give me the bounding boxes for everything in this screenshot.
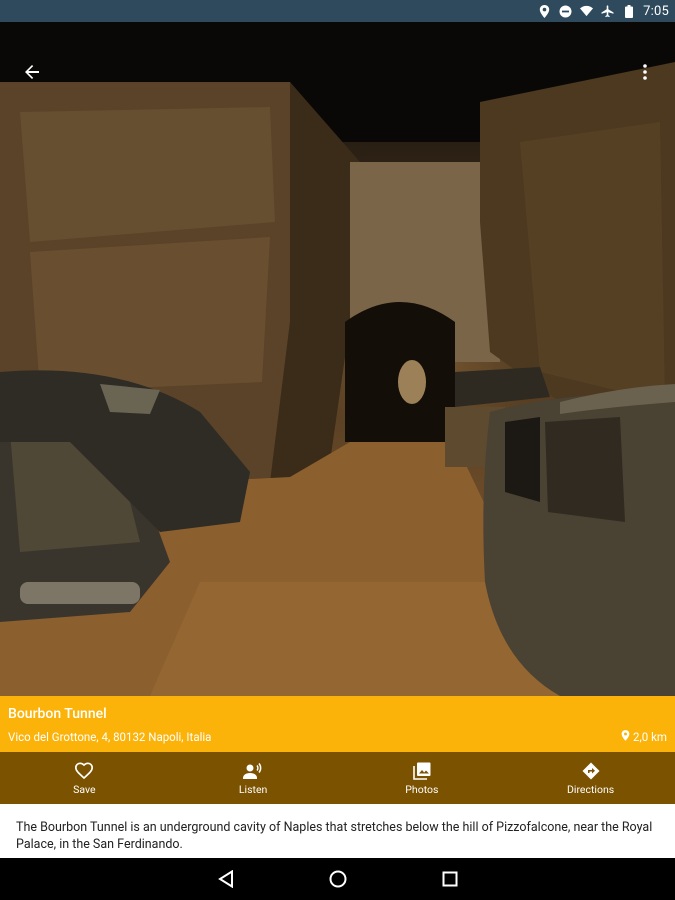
location-icon [538, 4, 551, 18]
nav-recents-icon[interactable] [439, 868, 461, 890]
description-text: The Bourbon Tunnel is an underground cav… [16, 820, 653, 852]
wifi-icon [580, 5, 594, 18]
heart-outline-icon [74, 761, 94, 781]
voice-listen-icon [243, 761, 263, 781]
place-description: The Bourbon Tunnel is an underground cav… [0, 804, 675, 858]
save-button[interactable]: Save [24, 752, 144, 804]
photo-library-icon [412, 761, 432, 781]
tunnel-photo-illustration [0, 22, 675, 696]
photos-label: Photos [405, 782, 439, 796]
directions-label: Directions [567, 782, 615, 796]
do-not-disturb-icon [559, 5, 572, 18]
airplane-icon [601, 4, 614, 18]
action-bar: Save Listen Photos Directions [0, 752, 675, 804]
place-title: Bourbon Tunnel [8, 706, 107, 722]
battery-icon [622, 4, 635, 18]
system-nav-bar [0, 858, 675, 900]
directions-button[interactable]: Directions [531, 752, 651, 804]
save-label: Save [73, 782, 96, 796]
app-bar [0, 62, 675, 82]
place-distance: 2,0 km [633, 730, 667, 744]
listen-button[interactable]: Listen [193, 752, 313, 804]
place-info-band: Bourbon Tunnel Vico del Grottone, 4, 801… [0, 696, 675, 752]
place-info-row: Vico del Grottone, 4, 80132 Napoli, Ital… [8, 730, 667, 744]
photos-button[interactable]: Photos [362, 752, 482, 804]
more-vert-icon[interactable] [635, 62, 657, 84]
status-bar: 7:05 [0, 0, 675, 22]
distance-badge: 2,0 km [621, 730, 667, 744]
place-address: Vico del Grottone, 4, 80132 Napoli, Ital… [8, 730, 212, 744]
nav-back-icon[interactable] [215, 868, 237, 890]
location-pin-icon [621, 730, 630, 744]
place-photo[interactable] [0, 22, 675, 696]
arrow-back-icon[interactable] [22, 62, 44, 84]
status-time: 7:05 [643, 3, 669, 19]
listen-label: Listen [238, 782, 268, 796]
nav-home-icon[interactable] [327, 868, 349, 890]
directions-icon [581, 761, 601, 781]
